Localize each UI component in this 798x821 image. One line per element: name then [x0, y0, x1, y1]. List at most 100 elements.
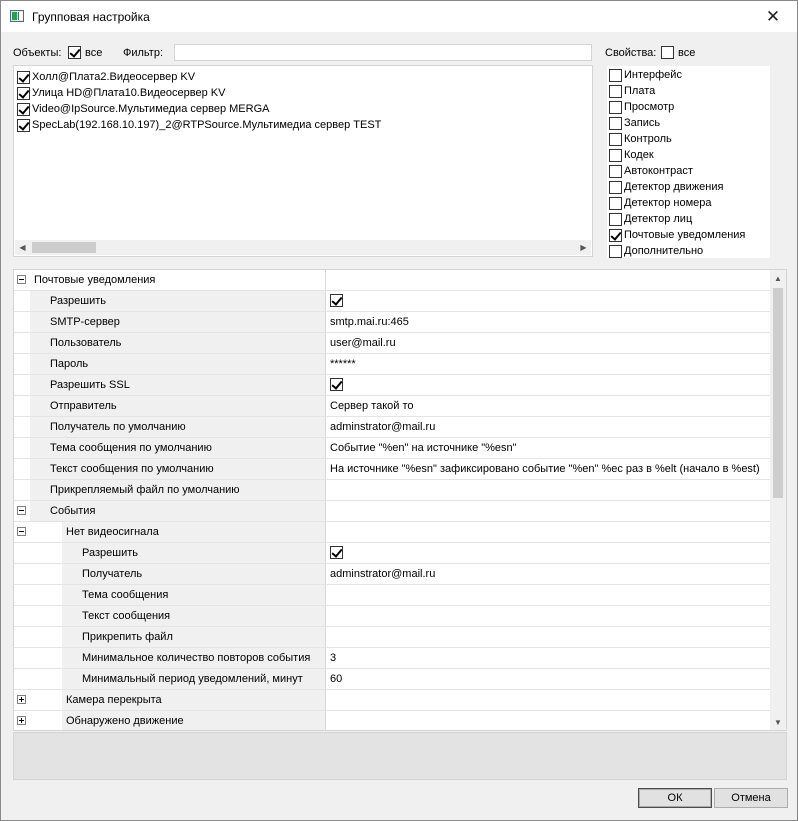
property-list-item[interactable]: Интерфейс — [609, 67, 682, 83]
object-list-item[interactable]: Улица HD@Плата10.Видеосервер KV — [17, 85, 225, 101]
collapse-minus-icon[interactable] — [17, 506, 26, 515]
property-checkbox[interactable] — [609, 244, 622, 258]
grid-property-value[interactable]: ****** — [325, 354, 771, 374]
objects-list[interactable]: Холл@Плата2.Видеосервер KV Улица HD@Плата… — [13, 65, 593, 257]
property-checkbox[interactable] — [609, 228, 622, 242]
grid-property-value[interactable]: user@mail.ru — [325, 333, 771, 353]
grid-property-value[interactable] — [325, 501, 771, 521]
property-list-item[interactable]: Дополнительно — [609, 243, 703, 258]
grid-property-row[interactable]: Разрешить SSL — [14, 375, 771, 396]
property-list-item[interactable]: Просмотр — [609, 99, 674, 115]
grid-property-row[interactable]: Текст сообщения — [14, 606, 771, 627]
properties-list[interactable]: Интерфейс Плата Просмотр Запись Контроль Коде… — [607, 66, 770, 258]
grid-property-value[interactable] — [325, 606, 771, 626]
properties-all-checkbox[interactable] — [661, 46, 674, 59]
property-checkbox[interactable] — [609, 84, 622, 98]
scroll-up-icon[interactable]: ▲ — [770, 270, 786, 286]
grid-vertical-scrollbar[interactable]: ▲ ▼ — [770, 270, 786, 730]
property-list-item[interactable]: Автоконтраст — [609, 163, 693, 179]
grid-property-row[interactable]: Отправитель Сервер такой то — [14, 396, 771, 417]
property-checkbox[interactable] — [609, 148, 622, 162]
object-checkbox[interactable] — [17, 118, 30, 132]
filter-input[interactable] — [174, 44, 592, 61]
grid-property-value[interactable] — [325, 627, 771, 647]
grid-property-row[interactable]: Минимальный период уведомлений, минут 60 — [14, 669, 771, 690]
collapse-minus-icon[interactable] — [17, 527, 26, 536]
grid-property-row[interactable]: Прикрепить файл — [14, 627, 771, 648]
grid-property-row[interactable]: Разрешить — [14, 543, 771, 564]
grid-property-value[interactable]: adminstrator@mail.ru — [325, 564, 771, 584]
property-checkbox[interactable] — [609, 164, 622, 178]
property-checkbox[interactable] — [609, 212, 622, 226]
grid-property-row[interactable]: Текст сообщения по умолчанию На источнике… — [14, 459, 771, 480]
objects-horizontal-scrollbar[interactable]: ◀ ▶ — [15, 240, 591, 255]
grid-property-value[interactable] — [325, 543, 771, 563]
property-list-item[interactable]: Кодек — [609, 147, 654, 163]
grid-property-value[interactable] — [325, 375, 771, 395]
grid-property-row[interactable]: Пароль ****** — [14, 354, 771, 375]
grid-property-value[interactable]: 60 — [325, 669, 771, 689]
expand-plus-icon[interactable] — [17, 695, 26, 704]
object-list-item[interactable]: Холл@Плата2.Видеосервер KV — [17, 69, 195, 85]
property-list-item[interactable]: Запись — [609, 115, 660, 131]
grid-property-row[interactable]: Пользователь user@mail.ru — [14, 333, 771, 354]
property-checkbox[interactable] — [609, 180, 622, 194]
grid-property-value[interactable]: adminstrator@mail.ru — [325, 417, 771, 437]
property-checkbox[interactable] — [609, 132, 622, 146]
grid-property-row[interactable]: Получатель adminstrator@mail.ru — [14, 564, 771, 585]
property-list-item[interactable]: Детектор движения — [609, 179, 723, 195]
grid-property-value[interactable] — [325, 711, 771, 730]
property-list-item[interactable]: Детектор лиц — [609, 211, 692, 227]
grid-value-checkbox[interactable] — [330, 293, 343, 307]
property-checkbox[interactable] — [609, 196, 622, 210]
grid-property-row[interactable]: Тема сообщения — [14, 585, 771, 606]
property-list-item[interactable]: Детектор номера — [609, 195, 711, 211]
grid-property-value[interactable] — [325, 291, 771, 311]
grid-property-value[interactable] — [325, 480, 771, 500]
grid-property-value[interactable]: 3 — [325, 648, 771, 668]
property-grid[interactable]: Почтовые уведомления Разрешить SMTP-сервер… — [13, 269, 787, 731]
grid-property-row[interactable]: Прикрепляемый файл по умолчанию — [14, 480, 771, 501]
object-list-item[interactable]: Video@IpSource.Мультимедиа сервер MERGA — [17, 101, 269, 117]
grid-category-row[interactable]: Нет видеосигнала — [14, 522, 771, 543]
property-checkbox[interactable] — [609, 68, 622, 82]
grid-category-row[interactable]: Обнаружено движение — [14, 711, 771, 730]
property-list-item[interactable]: Контроль — [609, 131, 672, 147]
grid-category-row[interactable]: Камера перекрыта — [14, 690, 771, 711]
grid-property-value[interactable]: smtp.mai.ru:465 — [325, 312, 771, 332]
property-checkbox[interactable] — [609, 100, 622, 114]
property-list-item[interactable]: Почтовые уведомления — [609, 227, 745, 243]
object-checkbox[interactable] — [17, 102, 30, 116]
expand-plus-icon[interactable] — [17, 716, 26, 725]
grid-property-value[interactable] — [325, 522, 771, 542]
scroll-thumb[interactable] — [32, 242, 96, 253]
grid-category-row[interactable]: Почтовые уведомления — [14, 270, 771, 291]
grid-category-row[interactable]: События — [14, 501, 771, 522]
grid-property-value[interactable] — [325, 690, 771, 710]
ok-button[interactable]: ОК — [638, 788, 712, 808]
grid-property-value[interactable]: Сервер такой то — [325, 396, 771, 416]
close-button[interactable]: ✕ — [753, 3, 793, 30]
grid-property-row[interactable]: Разрешить — [14, 291, 771, 312]
grid-value-checkbox[interactable] — [330, 377, 343, 391]
objects-all-checkbox[interactable] — [68, 46, 81, 59]
scroll-thumb[interactable] — [773, 288, 783, 498]
grid-property-value[interactable]: На источнике "%esn" зафиксировано событи… — [325, 459, 771, 479]
object-checkbox[interactable] — [17, 70, 30, 84]
grid-property-value[interactable]: Событие "%en" на источнике "%esn" — [325, 438, 771, 458]
property-checkbox[interactable] — [609, 116, 622, 130]
collapse-minus-icon[interactable] — [17, 275, 26, 284]
property-list-item[interactable]: Плата — [609, 83, 655, 99]
grid-property-row[interactable]: SMTP-сервер smtp.mai.ru:465 — [14, 312, 771, 333]
grid-property-row[interactable]: Получатель по умолчанию adminstrator@mail… — [14, 417, 771, 438]
grid-property-value[interactable] — [325, 585, 771, 605]
grid-property-row[interactable]: Минимальное количество повторов события 3 — [14, 648, 771, 669]
grid-property-value[interactable] — [325, 270, 771, 290]
cancel-button[interactable]: Отмена — [714, 788, 788, 808]
object-checkbox[interactable] — [17, 86, 30, 100]
scroll-down-icon[interactable]: ▼ — [770, 714, 786, 730]
scroll-left-icon[interactable]: ◀ — [15, 240, 30, 255]
grid-value-checkbox[interactable] — [330, 545, 343, 559]
grid-property-row[interactable]: Тема сообщения по умолчанию Событие "%en"… — [14, 438, 771, 459]
object-list-item[interactable]: SpecLab(192.168.10.197)_2@RTPSource.Муль… — [17, 117, 381, 133]
